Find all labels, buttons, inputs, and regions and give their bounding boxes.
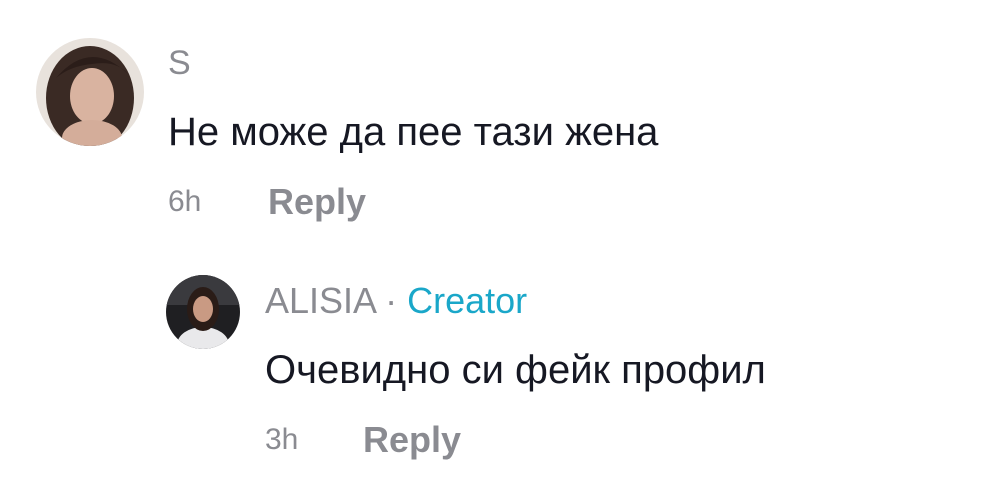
comment-username[interactable]: S xyxy=(168,44,191,83)
avatar[interactable] xyxy=(36,38,144,146)
comment-timestamp: 3h xyxy=(265,423,299,456)
creator-badge: Creator xyxy=(407,280,528,321)
reply-username-line: ALISIA · Creator xyxy=(265,280,527,322)
comment-text: Не може да пее тази жена xyxy=(168,110,659,154)
avatar[interactable] xyxy=(166,275,240,349)
reply-button[interactable]: Reply xyxy=(268,181,366,223)
username-separator: · xyxy=(375,280,408,321)
reply-button[interactable]: Reply xyxy=(363,419,461,461)
comment-text: Очевидно си фейк профил xyxy=(265,348,766,392)
comment-username[interactable]: ALISIA xyxy=(265,280,375,321)
comment-timestamp: 6h xyxy=(168,185,202,218)
